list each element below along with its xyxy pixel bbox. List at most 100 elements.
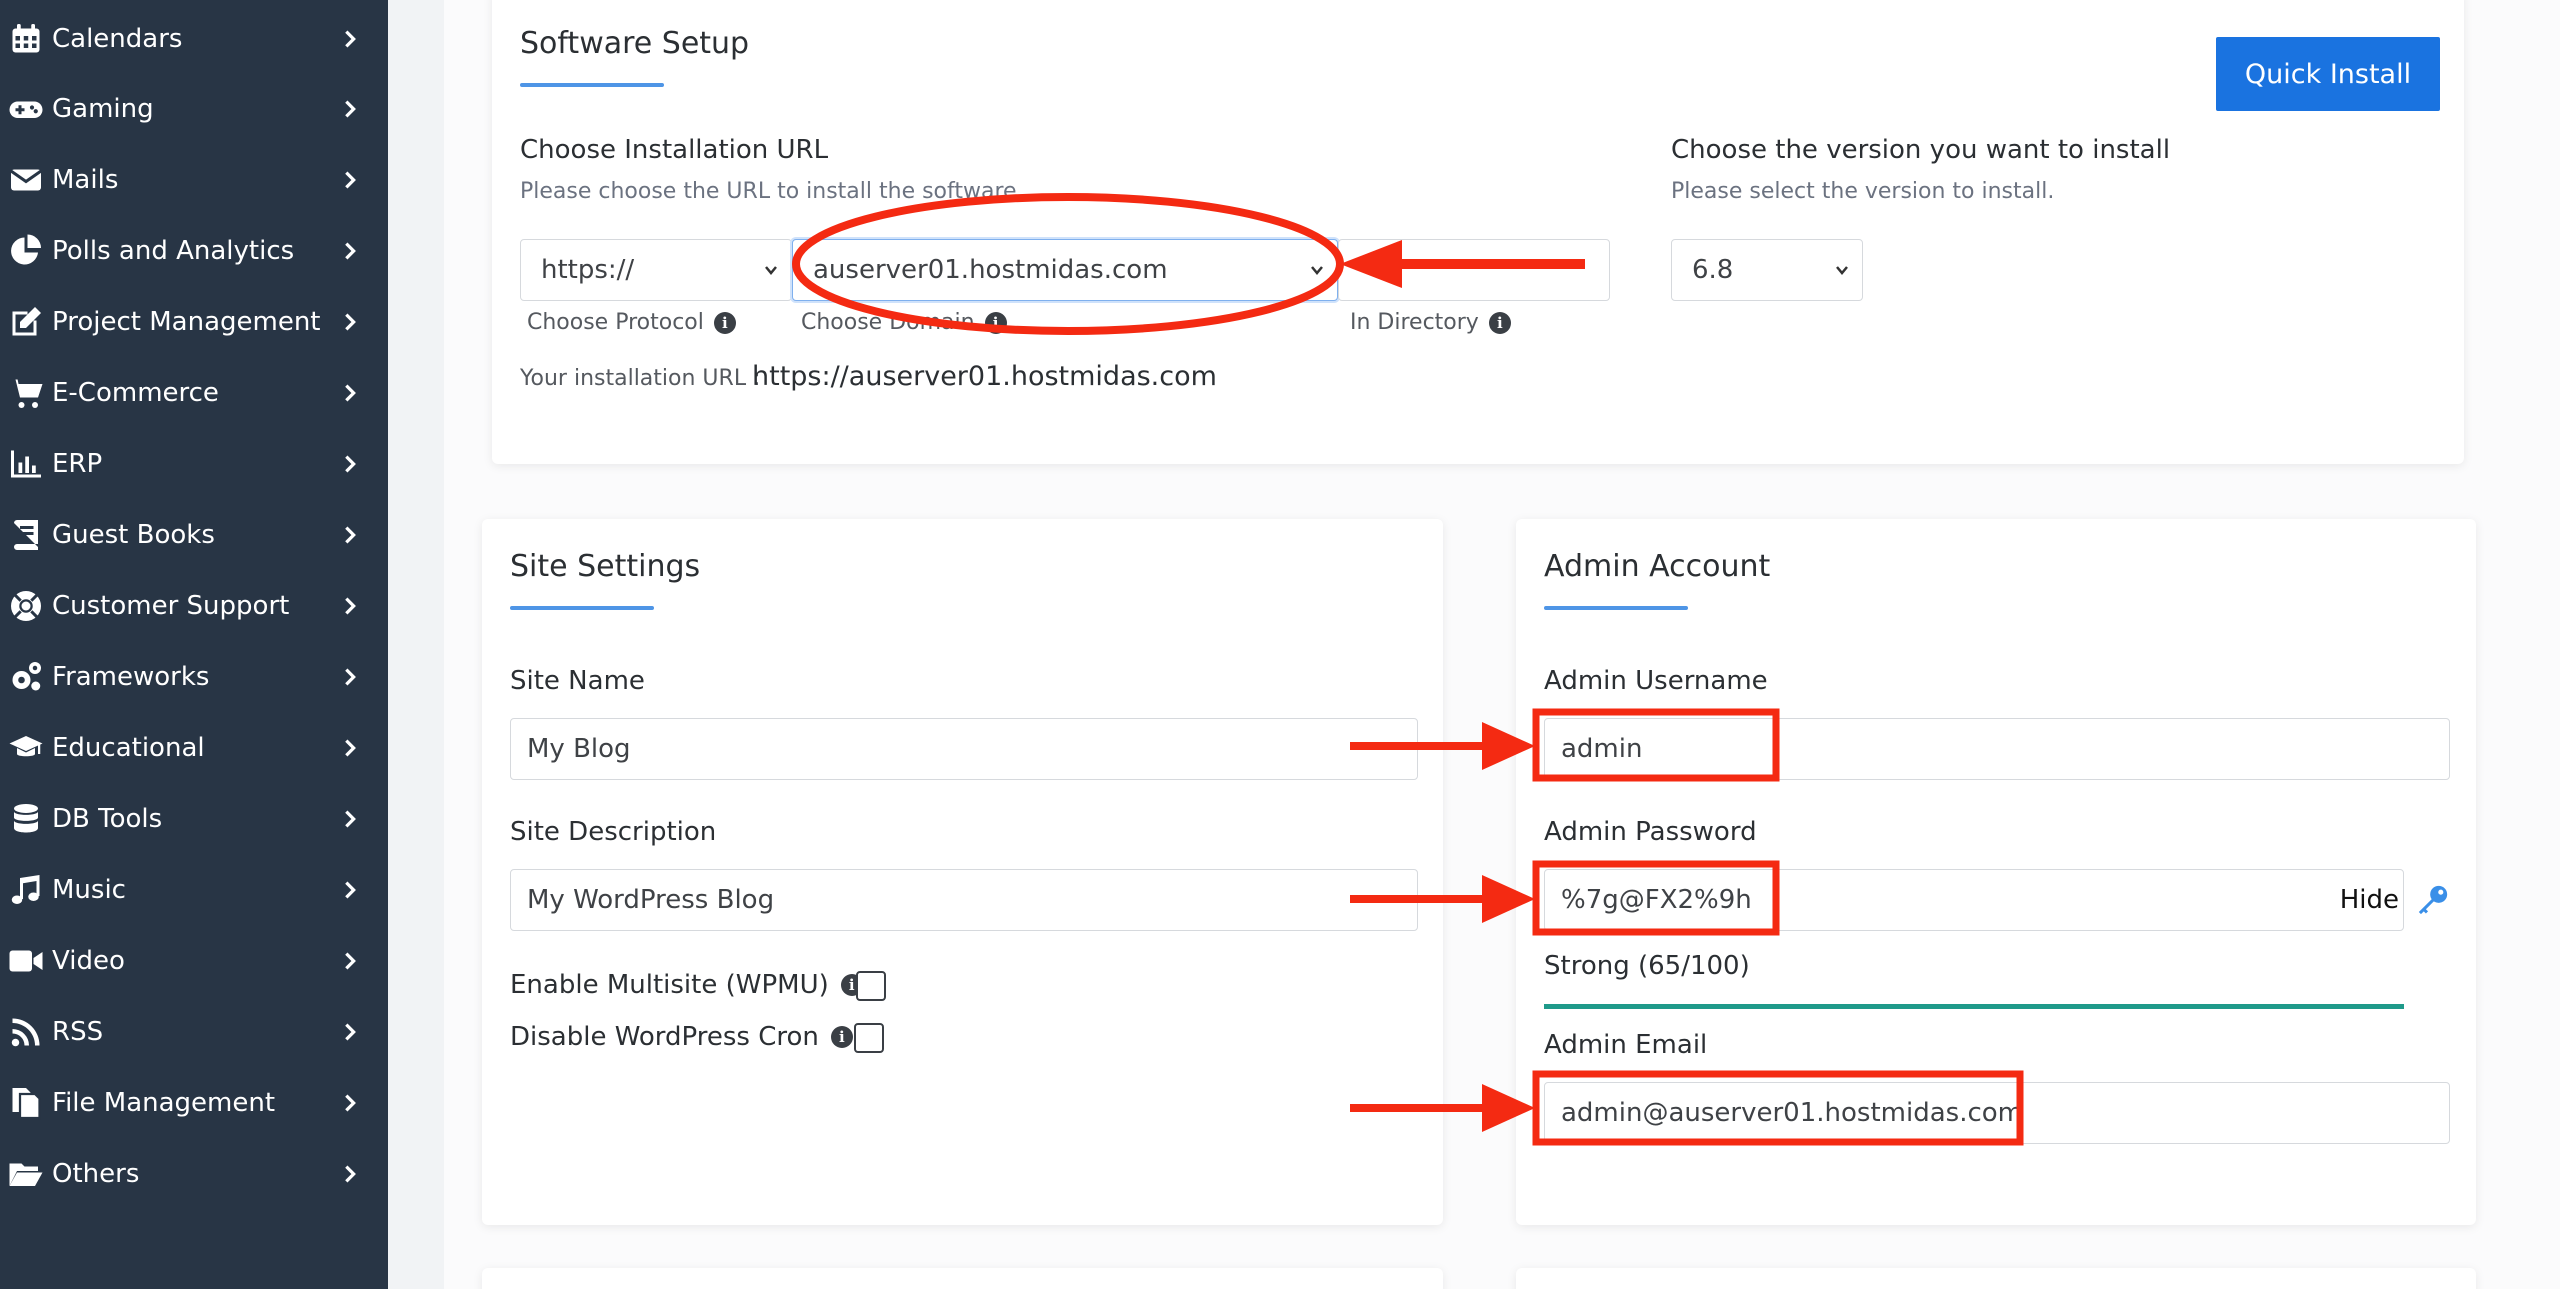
admin-email-label: Admin Email [1544, 1030, 1708, 1060]
sidebar-item-label: Others [52, 1159, 140, 1189]
sidebar-item-label: Educational [52, 733, 205, 763]
info-icon[interactable]: i [984, 311, 1007, 334]
book-icon [0, 517, 52, 553]
next-card-left [482, 1268, 1443, 1289]
calendar-icon [0, 21, 52, 57]
graduation-cap-icon [0, 730, 52, 766]
password-strength-bar [1544, 1004, 2404, 1009]
install-url-hint: Please choose the URL to install the sof… [520, 179, 1017, 204]
chevron-right-icon [332, 1092, 368, 1114]
directory-caption: In Directory i [1350, 310, 1511, 335]
admin-email-input[interactable]: admin@auserver01.hostmidas.com [1544, 1082, 2450, 1144]
multisite-checkbox[interactable] [856, 971, 886, 1001]
version-label: Choose the version you want to install [1671, 135, 2171, 165]
gamepad-icon [0, 91, 52, 127]
sidebar-item-customer-support[interactable]: Customer Support [0, 576, 388, 636]
disable-cron-row: Disable WordPress Cron i [510, 1022, 853, 1052]
info-icon[interactable]: i [713, 311, 736, 334]
sidebar-item-frameworks[interactable]: Frameworks [0, 647, 388, 707]
site-name-input[interactable]: My Blog [510, 718, 1418, 780]
sidebar-item-label: DB Tools [52, 804, 163, 834]
sidebar-item-file-management[interactable]: File Management [0, 1073, 388, 1133]
chevron-right-icon [332, 950, 368, 972]
next-card-right [1516, 1268, 2476, 1289]
disable-cron-label: Disable WordPress Cron [510, 1022, 819, 1052]
sidebar-item-others[interactable]: Others [0, 1144, 388, 1204]
site-description-input[interactable]: My WordPress Blog [510, 869, 1418, 931]
sidebar-item-e-commerce[interactable]: E-Commerce [0, 363, 388, 423]
sidebar-item-polls-and-analytics[interactable]: Polls and Analytics [0, 221, 388, 281]
admin-username-input[interactable]: admin [1544, 718, 2450, 780]
sidebar-item-label: Project Management [52, 307, 321, 337]
info-icon[interactable]: i [830, 1026, 853, 1048]
password-strength-track [1544, 1004, 2404, 1009]
site-name-label: Site Name [510, 666, 645, 696]
sidebar-item-educational[interactable]: Educational [0, 718, 388, 778]
edit-icon [0, 304, 52, 340]
chevron-right-icon [332, 666, 368, 688]
rss-icon [0, 1014, 52, 1050]
sidebar-item-db-tools[interactable]: DB Tools [0, 789, 388, 849]
sidebar-item-mails[interactable]: Mails [0, 150, 388, 210]
sidebar-item-calendars[interactable]: Calendars [0, 9, 388, 69]
sidebar-item-label: Video [52, 946, 125, 976]
title-underline [520, 83, 664, 87]
chevron-down-icon [1834, 255, 1850, 285]
lifebuoy-icon [0, 588, 52, 624]
protocol-value: https:// [541, 255, 635, 285]
version-select[interactable]: 6.8 [1671, 239, 1863, 301]
chevron-right-icon [332, 808, 368, 830]
sidebar-item-project-management[interactable]: Project Management [0, 292, 388, 352]
software-setup-title: Software Setup [520, 26, 750, 61]
chevron-right-icon [332, 524, 368, 546]
sidebar-item-guest-books[interactable]: Guest Books [0, 505, 388, 565]
protocol-select[interactable]: https:// [520, 239, 792, 301]
hide-password-toggle[interactable]: Hide [2340, 885, 2399, 915]
bar-chart-icon [0, 446, 52, 482]
site-settings-title: Site Settings [510, 549, 701, 584]
envelope-icon [0, 162, 52, 198]
disable-cron-checkbox[interactable] [854, 1023, 884, 1053]
cart-icon [0, 375, 52, 411]
sidebar-item-label: File Management [52, 1088, 276, 1118]
sidebar-item-label: Guest Books [52, 520, 215, 550]
domain-select[interactable]: auserver01.hostmidas.com [792, 239, 1338, 301]
chevron-right-icon [332, 1021, 368, 1043]
info-icon[interactable]: i [1488, 311, 1511, 334]
install-url-value: https://auserver01.hostmidas.com [752, 361, 1217, 392]
chevron-down-icon [1309, 255, 1325, 285]
protocol-caption-text: Choose Protocol [527, 310, 704, 335]
admin-account-title: Admin Account [1544, 549, 1771, 584]
version-value: 6.8 [1692, 255, 1734, 285]
directory-input[interactable] [1338, 239, 1610, 301]
admin-username-label: Admin Username [1544, 666, 1768, 696]
sidebar-item-label: Customer Support [52, 591, 290, 621]
cogs-icon [0, 659, 52, 695]
key-icon[interactable] [2416, 883, 2450, 917]
pie-chart-icon [0, 233, 52, 269]
install-url-label: Choose Installation URL [520, 135, 829, 165]
sidebar-item-label: Frameworks [52, 662, 210, 692]
admin-password-input[interactable]: %7g@FX2%9h Hide [1544, 869, 2404, 931]
sidebar-item-label: E-Commerce [52, 378, 219, 408]
sidebar-item-video[interactable]: Video [0, 931, 388, 991]
admin-password-label: Admin Password [1544, 817, 1757, 847]
admin-password-value: %7g@FX2%9h [1561, 885, 1752, 915]
sidebar-item-erp[interactable]: ERP [0, 434, 388, 494]
quick-install-button[interactable]: Quick Install [2216, 37, 2440, 111]
site-settings-card: Site Settings Site Name My Blog Site Des… [482, 519, 1443, 1225]
chevron-down-icon [763, 255, 779, 285]
chevron-right-icon [332, 737, 368, 759]
sidebar-item-label: Calendars [52, 24, 183, 54]
sidebar-item-gaming[interactable]: Gaming [0, 79, 388, 139]
sidebar-item-rss[interactable]: RSS [0, 1002, 388, 1062]
domain-caption: Choose Domain i [801, 310, 1007, 335]
title-underline [510, 606, 654, 610]
chevron-right-icon [332, 240, 368, 262]
chevron-right-icon [332, 1163, 368, 1185]
password-strength-text: Strong (65/100) [1544, 951, 1750, 981]
site-description-label: Site Description [510, 817, 717, 847]
chevron-right-icon [332, 28, 368, 50]
sidebar-item-music[interactable]: Music [0, 860, 388, 920]
folder-open-icon [0, 1156, 52, 1192]
